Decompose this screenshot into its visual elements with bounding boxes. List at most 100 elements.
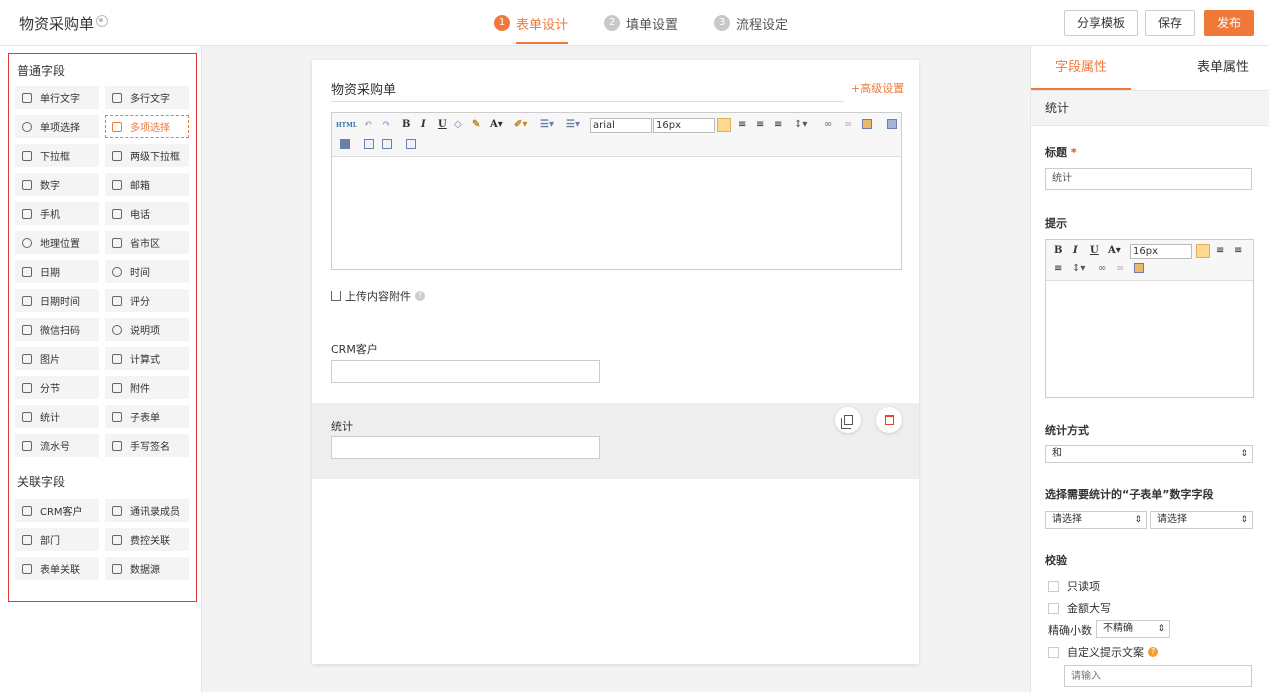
palette-related-item-datasource[interactable]: 数据源 <box>105 557 189 580</box>
readonly-option[interactable]: 只读项 <box>1048 578 1100 594</box>
redo-icon[interactable]: ↷ <box>382 119 390 131</box>
align-left-icon[interactable] <box>1196 244 1210 258</box>
palette-item-mobile[interactable]: 手机 <box>15 202 99 225</box>
palette-item-cascade-dropdown[interactable]: 两级下拉框 <box>105 144 189 167</box>
unlink-icon[interactable]: ∞ <box>844 119 852 131</box>
palette-related-item-department[interactable]: 部门 <box>15 528 99 551</box>
crm-customer-input[interactable] <box>331 360 600 383</box>
insert-media-icon[interactable] <box>887 119 897 129</box>
subform-select-1[interactable]: 请选择 ⇕ <box>1045 511 1147 529</box>
subform-select-2[interactable]: 请选择 ⇕ <box>1150 511 1253 529</box>
preview-icon[interactable] <box>406 139 416 149</box>
palette-item-text-aa[interactable]: 单行文字 <box>15 86 99 109</box>
help-icon[interactable]: ? <box>1148 647 1158 657</box>
palette-item-region[interactable]: 省市区 <box>105 231 189 254</box>
underline-icon[interactable]: U <box>438 119 447 131</box>
advanced-settings-link[interactable]: +高级设置 <box>851 80 904 96</box>
palette-item-multiline-text[interactable]: 多行文字 <box>105 86 189 109</box>
step-form-design[interactable]: 1 表单设计 <box>494 0 569 46</box>
highlight-color-icon[interactable]: ✐▾ <box>514 119 527 131</box>
insert-table-icon[interactable] <box>364 139 374 149</box>
form-title[interactable]: 物资采购单 <box>331 79 396 98</box>
insert-image-icon[interactable] <box>1134 263 1144 273</box>
font-family-select[interactable]: arial <box>590 118 652 133</box>
align-center-icon[interactable]: ≡ <box>738 119 746 131</box>
tab-field-properties[interactable]: 字段属性 <box>1031 46 1131 90</box>
save-button[interactable]: 保存 <box>1145 10 1196 36</box>
font-size-select[interactable]: 16px <box>653 118 715 133</box>
palette-item-phone[interactable]: 电话 <box>105 202 189 225</box>
template-icon[interactable] <box>382 139 392 149</box>
insert-image-icon[interactable] <box>862 119 872 129</box>
underline-icon[interactable]: U <box>1090 245 1099 257</box>
palette-item-number[interactable]: 数字 <box>15 173 99 196</box>
align-justify-icon[interactable]: ≡ <box>774 119 782 131</box>
align-center-icon[interactable]: ≡ <box>1216 245 1224 257</box>
publish-button[interactable]: 发布 <box>1204 10 1255 36</box>
method-select[interactable]: 和 ⇕ <box>1045 445 1253 463</box>
italic-icon[interactable]: I <box>1073 245 1078 257</box>
link-icon[interactable]: ∞ <box>824 119 832 131</box>
palette-item-star[interactable]: 评分 <box>105 289 189 312</box>
editor-content-area[interactable] <box>332 157 901 269</box>
palette-item-attachment[interactable]: 附件 <box>105 376 189 399</box>
palette-item-dropdown[interactable]: 下拉框 <box>15 144 99 167</box>
palette-item-subform[interactable]: 子表单 <box>105 405 189 428</box>
tab-form-properties[interactable]: 表单属性 <box>1176 46 1269 90</box>
unordered-list-icon[interactable]: ☰▾ <box>566 119 580 131</box>
palette-item-date[interactable]: 日期 <box>15 260 99 283</box>
palette-related-item-contact[interactable]: 通讯录成员 <box>105 499 189 522</box>
undo-icon[interactable]: ↶ <box>364 119 372 131</box>
custom-hint-option[interactable]: 自定义提示文案 ? <box>1048 644 1158 660</box>
palette-related-item-form-link[interactable]: 表单关联 <box>15 557 99 580</box>
palette-item-stats[interactable]: 统计 <box>15 405 99 428</box>
palette-item-clock[interactable]: 时间 <box>105 260 189 283</box>
html-source-button[interactable]: HTML <box>336 120 357 132</box>
align-left-icon[interactable] <box>717 118 731 132</box>
precision-select[interactable]: 不精确 ⇕ <box>1096 620 1170 638</box>
share-template-button[interactable]: 分享模板 <box>1064 10 1139 36</box>
save-draft-icon[interactable] <box>340 139 350 149</box>
help-icon[interactable]: ? <box>415 291 425 301</box>
palette-item-location[interactable]: 地理位置 <box>15 231 99 254</box>
step-workflow[interactable]: 3 流程设定 <box>714 0 788 46</box>
palette-item-signature[interactable]: 手写签名 <box>105 434 189 457</box>
font-color-icon[interactable]: A▾ <box>490 119 503 131</box>
palette-item-info[interactable]: 说明项 <box>105 318 189 341</box>
palette-item-formula[interactable]: 计算式 <box>105 347 189 370</box>
delete-field-button[interactable] <box>876 407 902 433</box>
palette-item-radio[interactable]: 单项选择 <box>15 115 99 138</box>
font-color-icon[interactable]: A▾ <box>1108 245 1121 257</box>
palette-item-image[interactable]: 图片 <box>15 347 99 370</box>
ordered-list-icon[interactable]: ☰▾ <box>540 119 554 131</box>
custom-hint-checkbox[interactable] <box>1048 646 1059 658</box>
settings-gear-icon[interactable] <box>96 15 108 27</box>
custom-hint-input[interactable] <box>1064 665 1252 687</box>
line-height-icon[interactable]: ↕▾ <box>1072 263 1085 275</box>
stats-field-input[interactable] <box>331 436 600 459</box>
eraser-icon[interactable]: ◇ <box>454 119 462 131</box>
line-height-icon[interactable]: ↕▾ <box>794 119 807 131</box>
palette-item-checkbox[interactable]: 多项选择 <box>105 115 189 138</box>
palette-item-qrcode[interactable]: 微信扫码 <box>15 318 99 341</box>
uppercase-amount-checkbox[interactable] <box>1048 602 1059 614</box>
palette-item-section[interactable]: 分节 <box>15 376 99 399</box>
align-right-icon[interactable]: ≡ <box>756 119 764 131</box>
bold-icon[interactable]: B <box>1054 245 1062 257</box>
palette-item-serial[interactable]: 流水号 <box>15 434 99 457</box>
format-painter-icon[interactable]: ✎ <box>472 119 480 131</box>
title-input[interactable]: 统计 <box>1045 168 1252 190</box>
palette-item-datetime[interactable]: 日期时间 <box>15 289 99 312</box>
link-icon[interactable]: ∞ <box>1098 263 1106 275</box>
align-right-icon[interactable]: ≡ <box>1234 245 1242 257</box>
palette-related-item-expense[interactable]: 费控关联 <box>105 528 189 551</box>
italic-icon[interactable]: I <box>421 119 426 131</box>
unlink-icon[interactable]: ∞ <box>1116 263 1124 275</box>
copy-field-button[interactable] <box>835 407 861 433</box>
palette-related-item-crm-customer[interactable]: CRM客户 <box>15 499 99 522</box>
step-fill-settings[interactable]: 2 填单设置 <box>604 0 678 46</box>
hint-font-size-select[interactable]: 16px <box>1130 244 1192 259</box>
uppercase-amount-option[interactable]: 金额大写 <box>1048 600 1111 616</box>
palette-item-mail[interactable]: 邮箱 <box>105 173 189 196</box>
readonly-checkbox[interactable] <box>1048 580 1059 592</box>
